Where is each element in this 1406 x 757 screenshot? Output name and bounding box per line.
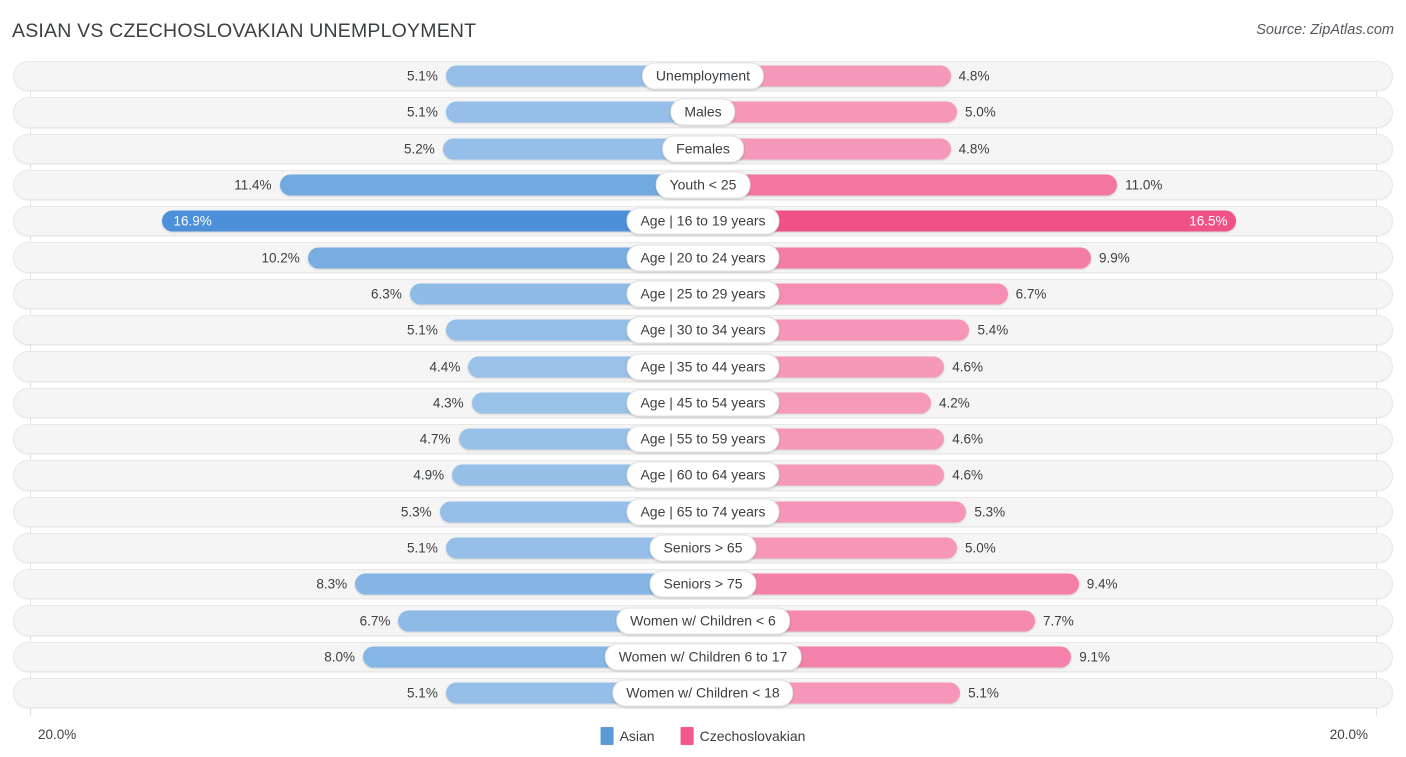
bar-czechoslovakian[interactable]	[703, 573, 1079, 595]
legend-label-asian: Asian	[619, 728, 655, 744]
value-label-asian: 4.3%	[432, 395, 464, 411]
chart-row[interactable]: 6.7% 7.7% Women w/ Children < 6	[0, 602, 1406, 638]
value-label-asian: 5.2%	[403, 141, 435, 157]
value-label-czechoslovakian: 16.5%	[1189, 213, 1228, 229]
source-attribution: Source: ZipAtlas.com	[1256, 22, 1394, 38]
chart-row[interactable]: 5.2% 4.8% Females	[0, 131, 1406, 167]
value-label-czechoslovakian: 4.6%	[952, 359, 983, 375]
chart-row[interactable]: 11.4% 11.0% Youth < 25	[0, 167, 1406, 203]
chart-row[interactable]: 5.1% 5.0% Males	[0, 94, 1406, 130]
axis-label-left: 20.0%	[38, 727, 77, 742]
legend-swatch-asian	[600, 727, 614, 745]
bar-asian[interactable]	[279, 174, 703, 196]
value-label-asian: 4.7%	[419, 431, 451, 447]
value-label-czechoslovakian: 4.6%	[952, 431, 983, 447]
bar-rows: 5.1% 4.8% Unemployment 5.1% 5.0% Males 5.2% 4.8…	[0, 58, 1406, 711]
value-label-asian: 6.7%	[359, 613, 391, 629]
bar-czechoslovakian[interactable]	[703, 174, 1118, 196]
chart-row[interactable]: 6.3% 6.7% Age | 25 to 29 years	[0, 276, 1406, 312]
chart-row[interactable]: 8.3% 9.4% Seniors > 75	[0, 566, 1406, 602]
value-label-czechoslovakian: 9.9%	[1098, 250, 1130, 266]
value-label-asian: 8.0%	[324, 649, 356, 665]
value-label-czechoslovakian: 4.6%	[952, 467, 983, 483]
row-category-label: Youth < 25	[655, 171, 751, 199]
chart-row[interactable]: 4.4% 4.6% Age | 35 to 44 years	[0, 348, 1406, 384]
chart-row[interactable]: 4.9% 4.6% Age | 60 to 64 years	[0, 457, 1406, 493]
legend-item-asian[interactable]: Asian	[600, 727, 655, 745]
value-label-asian: 8.3%	[316, 576, 348, 592]
value-label-czechoslovakian: 9.4%	[1086, 576, 1118, 592]
row-category-label: Age | 45 to 54 years	[626, 389, 780, 417]
value-label-asian: 5.1%	[407, 68, 438, 84]
value-label-asian: 5.1%	[407, 540, 438, 556]
chart-row[interactable]: 16.9% 16.5% Age | 16 to 19 years	[0, 203, 1406, 239]
row-category-label: Seniors > 65	[649, 534, 757, 562]
row-category-label: Males	[670, 98, 736, 126]
bar-asian[interactable]	[445, 101, 703, 123]
legend-item-czechoslovakian[interactable]: Czechoslovakian	[680, 727, 806, 745]
chart-legend: Asian Czechoslovakian	[600, 727, 806, 745]
bar-czechoslovakian[interactable]	[703, 101, 958, 123]
chart-row[interactable]: 10.2% 9.9% Age | 20 to 24 years	[0, 239, 1406, 275]
row-category-label: Seniors > 75	[649, 570, 757, 598]
bar-czechoslovakian[interactable]	[703, 210, 1236, 232]
row-category-label: Age | 55 to 59 years	[626, 425, 780, 453]
legend-label-czechoslovakian: Czechoslovakian	[699, 728, 806, 744]
row-category-label: Age | 20 to 24 years	[626, 244, 780, 272]
value-label-asian: 11.4%	[234, 177, 272, 193]
value-label-czechoslovakian: 4.2%	[938, 395, 970, 411]
axis-label-right: 20.0%	[1329, 727, 1368, 742]
chart-header: ASIAN VS CZECHOSLOVAKIAN UNEMPLOYMENT So…	[0, 0, 1406, 58]
value-label-asian: 5.3%	[400, 504, 432, 520]
chart-row[interactable]: 5.1% 5.1% Women w/ Children < 18	[0, 675, 1406, 711]
value-label-asian: 5.1%	[407, 104, 438, 120]
value-label-asian: 4.4%	[429, 359, 461, 375]
value-label-asian: 6.3%	[371, 286, 402, 302]
row-category-label: Age | 16 to 19 years	[626, 207, 780, 235]
value-label-czechoslovakian: 5.3%	[974, 504, 1006, 520]
chart-row[interactable]: 8.0% 9.1% Women w/ Children 6 to 17	[0, 639, 1406, 675]
row-category-label: Women w/ Children 6 to 17	[604, 643, 802, 671]
value-label-asian: 10.2%	[261, 250, 300, 266]
chart-row[interactable]: 5.1% 5.0% Seniors > 65	[0, 530, 1406, 566]
value-label-czechoslovakian: 5.1%	[968, 685, 999, 701]
bar-asian[interactable]	[162, 210, 703, 232]
value-label-czechoslovakian: 4.8%	[958, 141, 990, 157]
value-label-czechoslovakian: 4.8%	[958, 68, 990, 84]
row-category-label: Age | 25 to 29 years	[626, 280, 780, 308]
chart-row[interactable]: 4.3% 4.2% Age | 45 to 54 years	[0, 385, 1406, 421]
row-category-label: Women w/ Children < 6	[616, 607, 790, 635]
value-label-czechoslovakian: 5.0%	[965, 104, 996, 120]
value-label-czechoslovakian: 6.7%	[1015, 286, 1047, 302]
row-category-label: Unemployment	[641, 62, 765, 90]
chart-footer: 20.0% Asian Czechoslovakian 20.0%	[0, 718, 1406, 757]
value-label-asian: 5.1%	[407, 322, 438, 338]
row-category-label: Age | 65 to 74 years	[626, 498, 780, 526]
value-label-asian: 4.9%	[413, 467, 445, 483]
row-category-label: Age | 30 to 34 years	[626, 316, 780, 344]
value-label-czechoslovakian: 9.1%	[1079, 649, 1110, 665]
row-category-label: Age | 35 to 44 years	[626, 353, 780, 381]
value-label-czechoslovakian: 11.0%	[1125, 177, 1163, 193]
chart-row[interactable]: 5.1% 5.4% Age | 30 to 34 years	[0, 312, 1406, 348]
value-label-czechoslovakian: 7.7%	[1042, 613, 1074, 629]
chart-row[interactable]: 5.1% 4.8% Unemployment	[0, 58, 1406, 94]
row-category-label: Females	[662, 135, 744, 163]
page-title: ASIAN VS CZECHOSLOVAKIAN UNEMPLOYMENT	[12, 20, 477, 42]
chart-row[interactable]: 5.3% 5.3% Age | 65 to 74 years	[0, 494, 1406, 530]
row-category-label: Women w/ Children < 18	[612, 679, 794, 707]
value-label-czechoslovakian: 5.4%	[977, 322, 1009, 338]
value-label-asian: 5.1%	[407, 685, 438, 701]
chart-row[interactable]: 4.7% 4.6% Age | 55 to 59 years	[0, 421, 1406, 457]
value-label-asian: 16.9%	[173, 213, 212, 229]
row-category-label: Age | 60 to 64 years	[626, 461, 780, 489]
value-label-czechoslovakian: 5.0%	[965, 540, 996, 556]
legend-swatch-czechoslovakian	[680, 727, 694, 745]
chart-container: ASIAN VS CZECHOSLOVAKIAN UNEMPLOYMENT So…	[0, 0, 1406, 757]
plot-area: 5.1% 4.8% Unemployment 5.1% 5.0% Males 5.2% 4.8…	[0, 58, 1406, 718]
